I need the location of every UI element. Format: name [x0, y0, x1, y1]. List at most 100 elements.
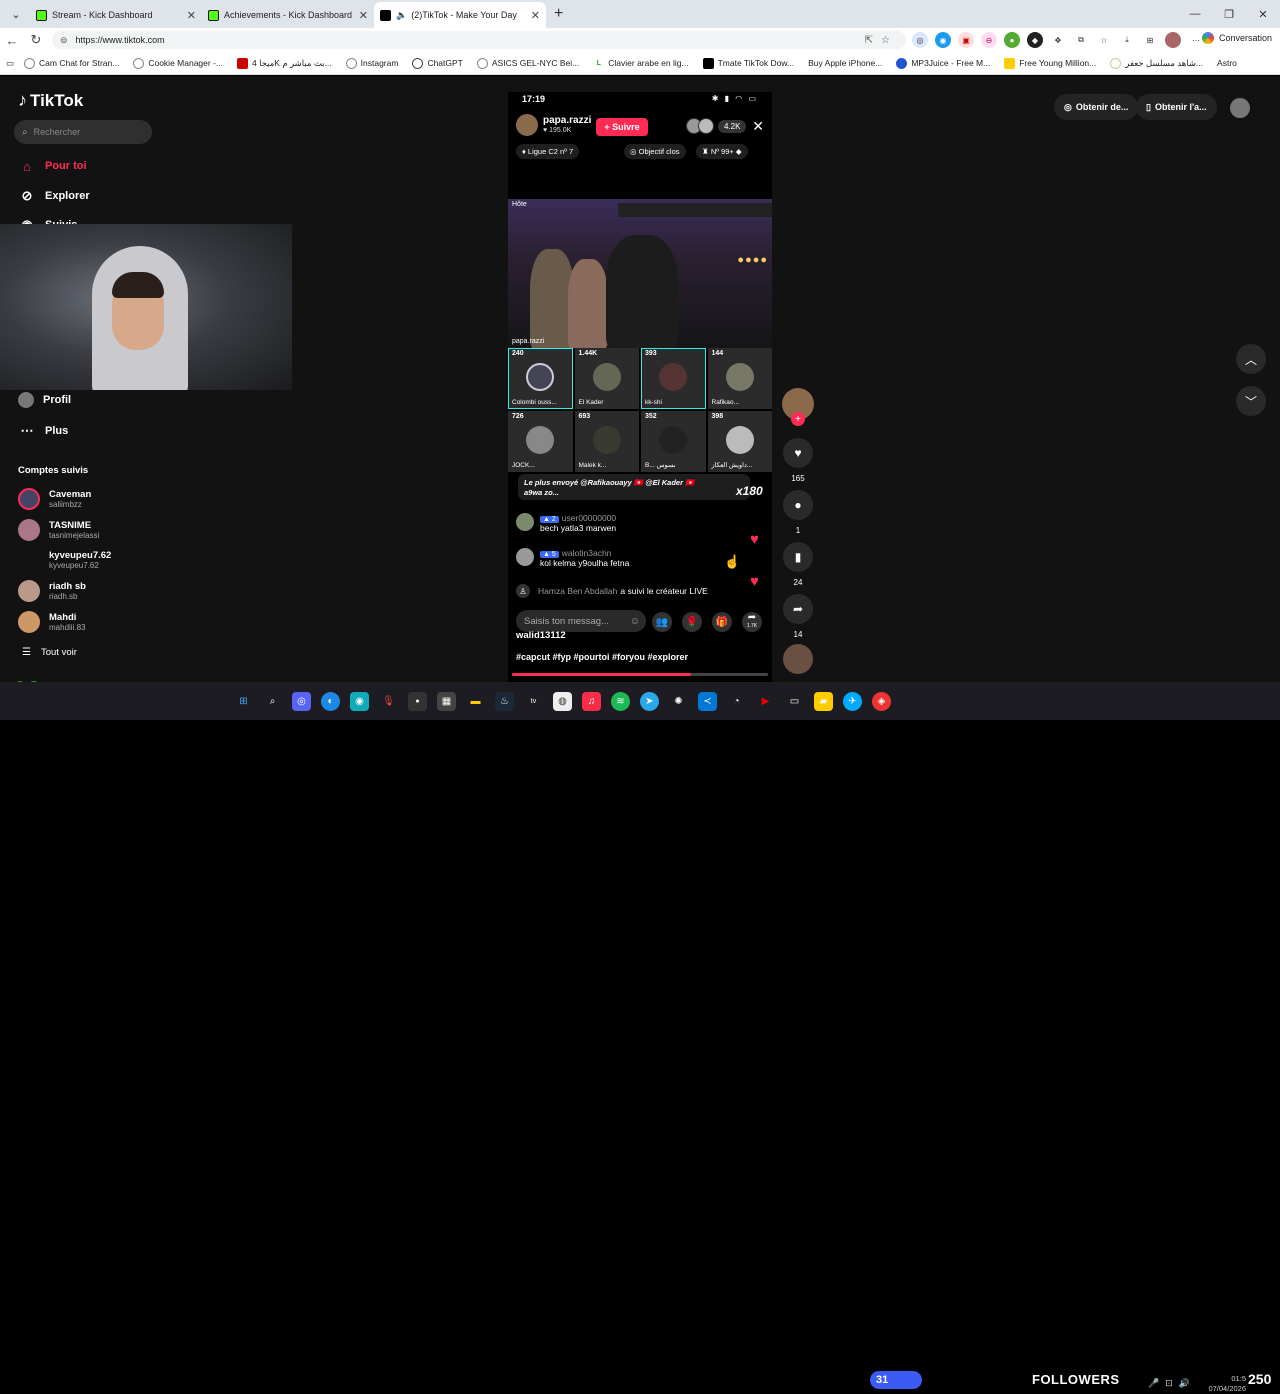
extension-icon[interactable]: ◎ [912, 32, 928, 48]
bookmark-item[interactable]: Free Young Million... [1004, 57, 1096, 69]
collections-icon[interactable]: ⊞ [1142, 32, 1158, 48]
telegram-icon[interactable]: ➤ [640, 692, 659, 711]
tiktok-logo[interactable]: ♪ TikTok [18, 90, 83, 111]
guest-tile[interactable]: 144 Rafikao... [707, 348, 772, 409]
chat-input[interactable]: Saisis ton messag... ☺ [516, 610, 646, 632]
followed-account[interactable]: Caveman saliimbzz [18, 488, 91, 510]
share-action[interactable]: ➦ 14 [782, 594, 814, 639]
nav-explore[interactable]: ⊘ Explorer [18, 187, 90, 205]
viewer-list[interactable]: 4.2K [686, 118, 747, 134]
tab-kick-stream[interactable]: Stream - Kick Dashboard ✕ [30, 2, 202, 28]
reload-icon[interactable]: ↻ [24, 32, 48, 48]
copilot-icon[interactable]: ◉ [350, 692, 369, 711]
files-icon[interactable]: ▰ [814, 692, 833, 711]
league-badge[interactable]: ♦ Ligue C2 nº 7 [516, 144, 580, 159]
like-action[interactable]: ♥ 165 [782, 438, 814, 483]
bookmark-item[interactable]: Cam Chat for Stran... [24, 57, 119, 69]
laptop-icon[interactable]: ▭ [785, 692, 804, 711]
app-icon[interactable]: ◈ [872, 692, 891, 711]
profile-avatar[interactable] [1230, 98, 1250, 118]
back-icon[interactable]: ← [0, 33, 24, 48]
minimize-icon[interactable]: — [1178, 8, 1212, 20]
app-icon[interactable]: ✈ [843, 692, 862, 711]
follow-plus-icon[interactable]: + [791, 412, 805, 426]
copilot-button[interactable]: Conversation [1201, 32, 1272, 44]
follow-button[interactable]: + Suivre [596, 118, 648, 136]
maximize-icon[interactable]: ❐ [1212, 8, 1246, 21]
previous-video-button[interactable]: ︿ [1236, 344, 1266, 374]
extension-icon[interactable]: ▣ [958, 32, 974, 48]
bookmark-item[interactable]: ChatGPT [412, 57, 463, 69]
music-disc[interactable] [782, 644, 814, 674]
author-name[interactable]: walid13112 [516, 630, 566, 641]
nav-more[interactable]: ⋯ Plus [18, 422, 69, 440]
close-icon[interactable]: ✕ [187, 9, 196, 22]
followed-account[interactable]: Mahdi mahdiii.83 [18, 611, 85, 633]
bookmark-item[interactable]: ميجا 4K بث مباشر م... [237, 57, 332, 69]
guest-request-icon[interactable]: 👥 [652, 612, 672, 632]
get-app-button[interactable]: ▯ Obtenir l'a... [1136, 94, 1217, 120]
close-icon[interactable]: ✕ [752, 118, 764, 135]
followed-account[interactable]: riadh sb riadh.sb [18, 580, 86, 602]
creator-avatar[interactable]: + [782, 388, 814, 426]
followed-account[interactable]: TASNIME tasnimejelassi [18, 519, 99, 541]
spotify-icon[interactable]: ≋ [611, 692, 630, 711]
speaker-icon[interactable]: 🔈 [396, 10, 407, 21]
edge-icon[interactable]: ◐ [321, 692, 340, 711]
guest-tile[interactable]: 240 Colombi ouss... [508, 348, 573, 409]
bookmark-item[interactable]: Buy Apple iPhone... [808, 58, 882, 68]
open-app-icon[interactable]: ⇱ [865, 35, 881, 46]
bookmark-item[interactable]: Astro [1217, 58, 1237, 68]
followed-account[interactable]: kyveupeu7.62 kyveupeu7.62 [18, 549, 111, 571]
steam-icon[interactable]: ♨ [495, 692, 514, 711]
guest-tile[interactable]: 1.44K El Kader [574, 348, 639, 409]
vscode-icon[interactable]: ≺ [698, 692, 717, 711]
tab-kick-achievements[interactable]: Achievements - Kick Dashboard ✕ [202, 2, 374, 28]
guest-tile[interactable]: 693 Malek k... [574, 411, 639, 472]
extension-icon[interactable]: ◉ [935, 32, 951, 48]
url-field[interactable]: ⊜ https://www.tiktok.com ⇱☆ [52, 31, 906, 49]
new-tab-button[interactable]: + [554, 5, 563, 23]
guest-tile[interactable]: 726 JOCK... [508, 411, 573, 472]
notification-badge[interactable]: 31 [870, 1371, 922, 1389]
host-profile[interactable]: papa.razzi ♥ 195.0K [516, 114, 591, 136]
bookmark-item[interactable]: MP3Juice - Free M... [896, 57, 990, 69]
guest-tile[interactable]: 398 داويش العكاز... [707, 411, 772, 472]
video-progress[interactable] [512, 673, 768, 676]
bookmark-item[interactable]: L Clavier arabe en lig... [593, 58, 689, 69]
objective-badge[interactable]: ◎ Objectif clos [624, 144, 686, 159]
microphone-icon[interactable]: 🎙 [379, 692, 398, 711]
share-button[interactable]: ➦ 1.7K [742, 612, 762, 632]
bookmarks-toggle-icon[interactable]: ▭ [6, 58, 14, 69]
bookmark-item[interactable]: Cookie Manager -... [133, 57, 223, 69]
tab-list-button[interactable]: ⌄ [4, 2, 28, 26]
get-coins-button[interactable]: ◎ Obtenir de... [1054, 94, 1139, 120]
chatgpt-icon[interactable]: ✺ [669, 692, 688, 711]
profile-avatar[interactable] [1165, 32, 1181, 48]
gift-icon[interactable]: 🎁 [712, 612, 732, 632]
guest-tile[interactable]: 393 kk-shi [641, 348, 706, 409]
emoji-icon[interactable]: ☺ [630, 616, 640, 627]
obs-icon[interactable]: ● [408, 692, 427, 711]
bookmark-item[interactable]: ASICS GEL-NYC Bei... [476, 57, 579, 69]
star-icon[interactable]: ☆ [881, 35, 898, 46]
close-window-icon[interactable]: ✕ [1246, 8, 1280, 21]
search-icon[interactable]: ⌕ [263, 692, 282, 711]
youtube-icon[interactable]: ▶ [756, 692, 775, 711]
music-icon[interactable]: ♫ [582, 692, 601, 711]
system-clock[interactable]: 01:5 07/04/2026 [1208, 1374, 1246, 1394]
discord-icon[interactable]: ◎ [292, 692, 311, 711]
next-video-button[interactable]: ﹀ [1236, 386, 1266, 416]
search-input[interactable]: ⌕ Rechercher [14, 120, 152, 144]
download-icon[interactable]: ⤓ [1119, 32, 1135, 48]
extension-icon[interactable]: ◆ [1027, 32, 1043, 48]
close-icon[interactable]: ✕ [359, 9, 368, 22]
hashtags[interactable]: #capcut #fyp #pourtoi #foryou #explorer [516, 652, 688, 662]
rose-gift-icon[interactable]: 🌹 [682, 612, 702, 632]
favorites-icon[interactable]: ☆ [1096, 32, 1112, 48]
folder-icon[interactable]: ▬ [466, 692, 485, 711]
windows-start-icon[interactable]: ⊞ [234, 692, 253, 711]
extension-icon[interactable]: ● [1004, 32, 1020, 48]
host-video[interactable]: Hôte ●●●● papa.razzi [508, 199, 772, 348]
rank-badge[interactable]: ♜ Nº 99+ ◆ [696, 144, 748, 159]
